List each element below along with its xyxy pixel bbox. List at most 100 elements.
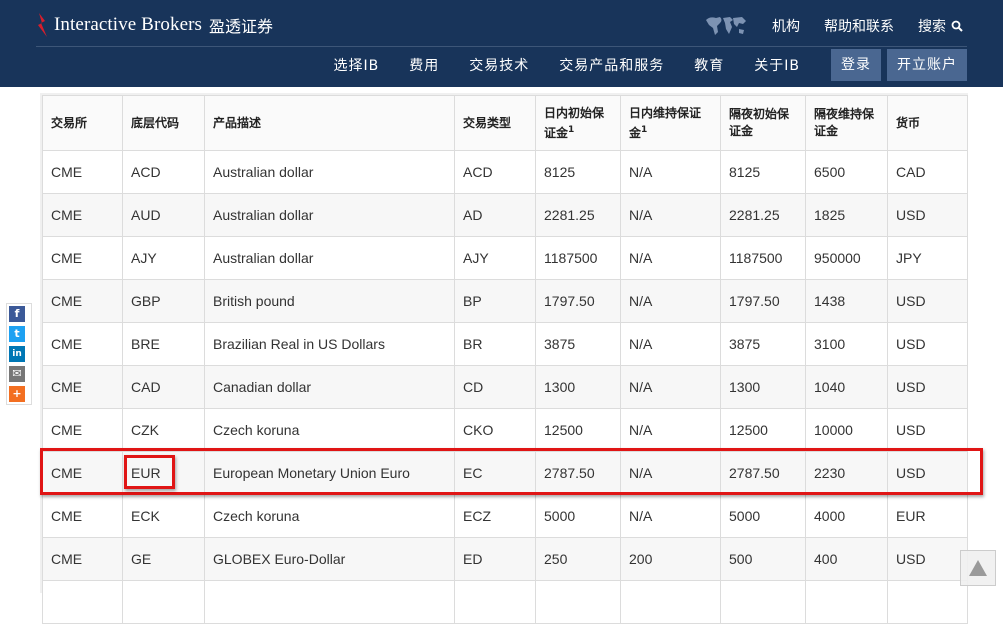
cell-exchange: CME (42, 279, 123, 323)
linkedin-icon[interactable]: in (9, 346, 25, 362)
table-row: CME BRE Brazilian Real in US Dollars BR 3875… (42, 322, 968, 366)
cell-trading-class: BR (454, 322, 536, 366)
table-header-row: 交易所 底层代码 产品描述 交易类型 日内初始保证金1 日内维持保证金1 隔夜初… (42, 95, 968, 151)
header-overnight-initial: 隔夜初始保证金 (720, 95, 806, 151)
nav-item-trading-tech[interactable]: 交易技术 (454, 55, 544, 75)
cell-exchange: CME (42, 408, 123, 452)
login-button[interactable]: 登录 (831, 49, 881, 81)
margin-table: 交易所 底层代码 产品描述 交易类型 日内初始保证金1 日内维持保证金1 隔夜初… (42, 95, 968, 624)
cell-intraday-initial: 5000 (535, 494, 621, 538)
cell-intraday-initial: 8125 (535, 150, 621, 194)
cell-underlying: CAD (122, 365, 205, 409)
cell-overnight-maintenance: 950000 (805, 236, 888, 280)
up-triangle-icon (969, 560, 987, 576)
cell-exchange: CME (42, 150, 123, 194)
cell-intraday-initial: 1187500 (535, 236, 621, 280)
table-row: CME GBP British pound BP 1797.50 N/A 1797.50 14… (42, 279, 968, 323)
cell-overnight-maintenance: 400 (805, 537, 888, 581)
cell-overnight-maintenance: 1825 (805, 193, 888, 237)
cell-intraday-initial: 1797.50 (535, 279, 621, 323)
twitter-icon[interactable]: t (9, 326, 25, 342)
header-description: 产品描述 (204, 95, 455, 151)
search-label: 搜索 (918, 19, 946, 35)
cell-description: Brazilian Real in US Dollars (204, 322, 455, 366)
cell-intraday-maintenance: 200 (620, 537, 721, 581)
cell-overnight-maintenance: 6500 (805, 150, 888, 194)
logo[interactable]: Interactive Brokers 盈透证券 (36, 10, 273, 40)
cell-underlying: GE (122, 537, 205, 581)
cell-underlying: BRE (122, 322, 205, 366)
cell-description: Czech koruna (204, 494, 455, 538)
cell-overnight-maintenance: 3100 (805, 322, 888, 366)
cell-overnight-initial: 5000 (720, 494, 806, 538)
logo-flame-icon (36, 11, 50, 39)
cell-overnight-initial: 2281.25 (720, 193, 806, 237)
highlight-row-eur (40, 448, 983, 495)
cell-overnight-initial: 1187500 (720, 236, 806, 280)
nav-item-choose-ib[interactable]: 选择IB (319, 55, 395, 75)
cell-trading-class: ECZ (454, 494, 536, 538)
cell-exchange: CME (42, 365, 123, 409)
cell-exchange: CME (42, 193, 123, 237)
cell-description: Australian dollar (204, 236, 455, 280)
cell-trading-class: CD (454, 365, 536, 409)
cell-exchange: CME (42, 537, 123, 581)
cell-exchange: CME (42, 494, 123, 538)
search-link[interactable]: 搜索 (918, 16, 963, 36)
cell-currency: USD (887, 279, 968, 323)
nav-item-about-ib[interactable]: 关于IB (739, 55, 815, 75)
cell-intraday-maintenance: N/A (620, 494, 721, 538)
highlight-cell-eur (124, 455, 175, 489)
nav-item-education[interactable]: 教育 (679, 55, 739, 75)
header-exchange: 交易所 (42, 95, 123, 151)
header-overnight-maintenance: 隔夜维持保证金 (805, 95, 888, 151)
cell-trading-class: BP (454, 279, 536, 323)
logo-chinese-text: 盈透证券 (209, 17, 274, 36)
facebook-icon[interactable]: f (9, 306, 25, 322)
cell-overnight-initial: 500 (720, 537, 806, 581)
main-nav: 选择IB 费用 交易技术 交易产品和服务 教育 关于IB 登录 开立账户 (319, 48, 967, 82)
cell-description: GLOBEX Euro-Dollar (204, 537, 455, 581)
cell-underlying: ECK (122, 494, 205, 538)
header-intraday-maintenance: 日内维持保证金1 (620, 95, 721, 151)
nav-item-products-services[interactable]: 交易产品和服务 (544, 55, 679, 75)
cell-description: Canadian dollar (204, 365, 455, 409)
cell-overnight-initial: 1300 (720, 365, 806, 409)
cell-description: Australian dollar (204, 193, 455, 237)
cell-trading-class: ED (454, 537, 536, 581)
cell-intraday-initial: 1300 (535, 365, 621, 409)
cell-currency: CAD (887, 150, 968, 194)
cell-intraday-maintenance: N/A (620, 408, 721, 452)
share-bar: f t in ✉ + (6, 303, 32, 405)
cell-overnight-maintenance: 1040 (805, 365, 888, 409)
help-contact-link[interactable]: 帮助和联系 (824, 16, 894, 36)
cell-currency: USD (887, 537, 968, 581)
cell-intraday-maintenance: N/A (620, 322, 721, 366)
nav-item-fees[interactable]: 费用 (394, 55, 454, 75)
utility-nav: 机构 帮助和联系 搜索 (704, 14, 963, 38)
header-trading-class: 交易类型 (454, 95, 536, 151)
cell-currency: USD (887, 365, 968, 409)
cell-exchange: CME (42, 236, 123, 280)
cell-description: Czech koruna (204, 408, 455, 452)
cell-intraday-maintenance: N/A (620, 150, 721, 194)
cell-intraday-initial: 250 (535, 537, 621, 581)
cell-description: British pound (204, 279, 455, 323)
logo-text: Interactive Brokers (54, 14, 203, 35)
cell-trading-class: CKO (454, 408, 536, 452)
cell-trading-class: AJY (454, 236, 536, 280)
more-share-icon[interactable]: + (9, 386, 25, 402)
cell-exchange: CME (42, 322, 123, 366)
cell-description: Australian dollar (204, 150, 455, 194)
cell-intraday-maintenance: N/A (620, 236, 721, 280)
back-to-top-button[interactable] (960, 550, 996, 586)
open-account-button[interactable]: 开立账户 (887, 49, 967, 81)
cell-trading-class: AD (454, 193, 536, 237)
cell-overnight-initial: 1797.50 (720, 279, 806, 323)
cell-trading-class: ACD (454, 150, 536, 194)
email-icon[interactable]: ✉ (9, 366, 25, 382)
table-row: CME AJY Australian dollar AJY 1187500 N/A 1187… (42, 236, 968, 280)
institutions-link[interactable]: 机构 (772, 16, 800, 36)
cell-underlying: CZK (122, 408, 205, 452)
cell-overnight-maintenance: 1438 (805, 279, 888, 323)
